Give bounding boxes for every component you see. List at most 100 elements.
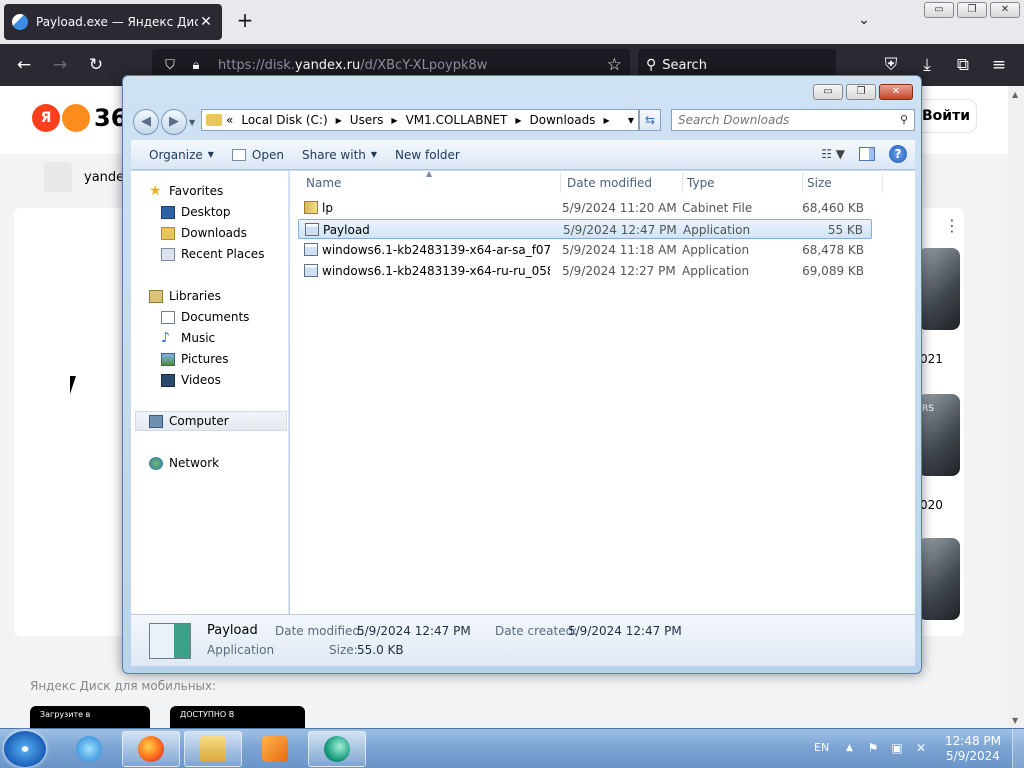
minimize-button[interactable]: ▭ <box>813 84 843 100</box>
back-icon[interactable]: ← <box>13 54 35 76</box>
back-icon[interactable]: ◀ <box>133 109 159 135</box>
forward-icon[interactable]: → <box>49 54 71 76</box>
taskbar: EN ▲ ⚑ ▣ ✕ 12:48 PM 5/9/2024 <box>0 728 1024 768</box>
help-icon[interactable]: ? <box>889 145 907 163</box>
file-row-kb-ru-ru[interactable]: windows6.1-kb2483139-x64-ru-ru_0587e... … <box>298 261 872 281</box>
column-divider[interactable] <box>882 173 883 193</box>
nav-computer[interactable]: Computer <box>135 411 287 431</box>
minimize-button[interactable]: ▭ <box>924 2 954 18</box>
share-with-button[interactable]: Share with ▼ <box>302 148 377 162</box>
star-icon[interactable]: ☆ <box>607 55 622 75</box>
videos-icon <box>161 373 175 387</box>
breadcrumb-separator-icon[interactable]: ▶ <box>603 116 609 125</box>
column-size[interactable]: Size <box>807 176 832 190</box>
nav-favorites[interactable]: ★ Favorites <box>149 181 223 201</box>
column-divider[interactable] <box>560 173 561 193</box>
network-tray-icon[interactable]: ▣ <box>890 741 904 755</box>
address-dropdown-icon[interactable]: ▼ <box>628 116 634 125</box>
file-row-payload[interactable]: Payload 5/9/2024 12:47 PM Application 55… <box>298 219 872 239</box>
tab-payload[interactable]: Payload.exe — Яндекс Диск ✕ <box>4 4 222 40</box>
search-icon[interactable]: ⚲ <box>900 113 908 126</box>
clock[interactable]: 12:48 PM 5/9/2024 <box>940 734 1006 764</box>
breadcrumb-downloads[interactable]: Downloads <box>530 113 596 127</box>
nav-pictures[interactable]: Pictures <box>161 349 229 369</box>
nav-music[interactable]: ♪ Music <box>161 328 215 348</box>
application-icon <box>305 223 319 236</box>
new-folder-button[interactable]: New folder <box>395 148 460 162</box>
tab-close-icon[interactable]: ✕ <box>198 14 214 30</box>
recommendation-thumbnail[interactable]: RS <box>918 394 960 476</box>
application-icon <box>304 264 318 277</box>
search-input[interactable] <box>672 110 882 130</box>
nav-downloads[interactable]: Downloads <box>161 223 247 243</box>
address-bar[interactable]: « Local Disk (C:) ▶ Users ▶ VM1.COLLABNE… <box>201 109 639 131</box>
column-name[interactable]: Name <box>306 176 341 190</box>
pictures-icon <box>161 352 175 366</box>
nav-recent-places[interactable]: Recent Places <box>161 244 264 264</box>
reload-icon[interactable]: ↻ <box>85 54 107 76</box>
recommendation-thumbnail[interactable] <box>918 538 960 620</box>
refresh-button[interactable]: ⇆ <box>639 109 661 131</box>
app-store-badge[interactable]: Загрузите в <box>30 706 150 728</box>
url-text[interactable]: https://disk.yandex.ru/d/XBcY-XLpoypk8w <box>218 58 487 73</box>
nav-videos[interactable]: Videos <box>161 370 221 390</box>
pocket-icon[interactable]: ⛨ <box>880 54 902 76</box>
action-center-flag-icon[interactable]: ⚑ <box>866 741 880 755</box>
download-icon[interactable]: ⤓ <box>916 54 938 76</box>
close-button[interactable]: ✕ <box>879 84 913 100</box>
nav-libraries[interactable]: Libraries <box>149 286 221 306</box>
file-row-lp[interactable]: lp 5/9/2024 11:20 AM Cabinet File 68,460… <box>298 198 872 218</box>
nav-network[interactable]: Network <box>149 453 219 473</box>
file-row-kb-ar-sa[interactable]: windows6.1-kb2483139-x64-ar-sa_f07f2c...… <box>298 240 872 260</box>
new-tab-button[interactable]: + <box>234 10 256 32</box>
breadcrumb-separator-icon[interactable]: ▶ <box>391 116 397 125</box>
application-icon <box>231 148 246 161</box>
breadcrumb-user-folder[interactable]: VM1.COLLABNET <box>406 113 508 127</box>
recent-pages-dropdown-icon[interactable]: ▼ <box>189 118 195 127</box>
change-view-icon[interactable]: ☷ ▼ <box>821 147 845 161</box>
downloads-folder-icon <box>161 226 175 240</box>
breadcrumb-local-disk[interactable]: Local Disk (C:) <box>241 113 327 127</box>
language-indicator[interactable]: EN <box>814 741 829 754</box>
column-type[interactable]: Type <box>687 176 715 190</box>
scroll-up-icon[interactable]: ▲ <box>1012 90 1018 99</box>
restore-button[interactable]: ❐ <box>957 2 987 18</box>
yandex-360-logo[interactable]: Я 36 <box>32 104 127 132</box>
start-button[interactable] <box>4 731 46 767</box>
breadcrumb-users[interactable]: Users <box>350 113 384 127</box>
taskbar-explorer[interactable] <box>184 731 242 767</box>
page-scrollbar[interactable]: ▲ ▼ <box>1008 86 1024 728</box>
column-divider[interactable] <box>682 173 683 193</box>
preview-pane-icon[interactable] <box>859 147 875 161</box>
volume-muted-icon[interactable]: ✕ <box>914 741 928 755</box>
show-desktop-button[interactable] <box>1012 729 1024 768</box>
column-divider[interactable] <box>802 173 803 193</box>
taskbar-app[interactable] <box>308 731 366 767</box>
list-all-tabs-button[interactable]: ⌄ <box>854 12 874 32</box>
nav-desktop[interactable]: Desktop <box>161 202 231 222</box>
recommendation-caption: 020 <box>920 498 943 512</box>
google-play-badge[interactable]: ДОСТУПНО В <box>170 706 305 728</box>
shield-icon[interactable]: ⛉ <box>160 58 180 73</box>
breadcrumb-separator-icon[interactable]: ▶ <box>336 116 342 125</box>
maximize-button[interactable]: ❐ <box>846 84 876 100</box>
close-button[interactable]: ✕ <box>990 2 1020 18</box>
extensions-icon[interactable]: ⧉ <box>952 54 974 76</box>
login-button[interactable]: Войти <box>916 100 976 132</box>
breadcrumb-separator-icon[interactable]: ▶ <box>515 116 521 125</box>
recommendation-thumbnail[interactable] <box>918 248 960 330</box>
search-box[interactable]: ⚲ <box>671 109 915 131</box>
nav-documents[interactable]: Documents <box>161 307 249 327</box>
breadcrumb-overflow[interactable]: « <box>226 113 233 127</box>
column-date-modified[interactable]: Date modified <box>567 176 652 190</box>
forward-icon[interactable]: ▶ <box>161 109 187 135</box>
taskbar-internet-explorer[interactable] <box>60 731 118 767</box>
organize-button[interactable]: Organize ▼ <box>149 148 214 162</box>
menu-icon[interactable]: ≡ <box>988 54 1010 76</box>
taskbar-firefox[interactable] <box>122 731 180 767</box>
scroll-down-icon[interactable]: ▼ <box>1012 716 1018 725</box>
lock-icon[interactable]: 🔒︎ <box>186 58 206 73</box>
open-button[interactable]: Open <box>231 148 284 162</box>
show-hidden-icons-icon[interactable]: ▲ <box>846 743 853 753</box>
taskbar-media-player[interactable] <box>246 731 304 767</box>
